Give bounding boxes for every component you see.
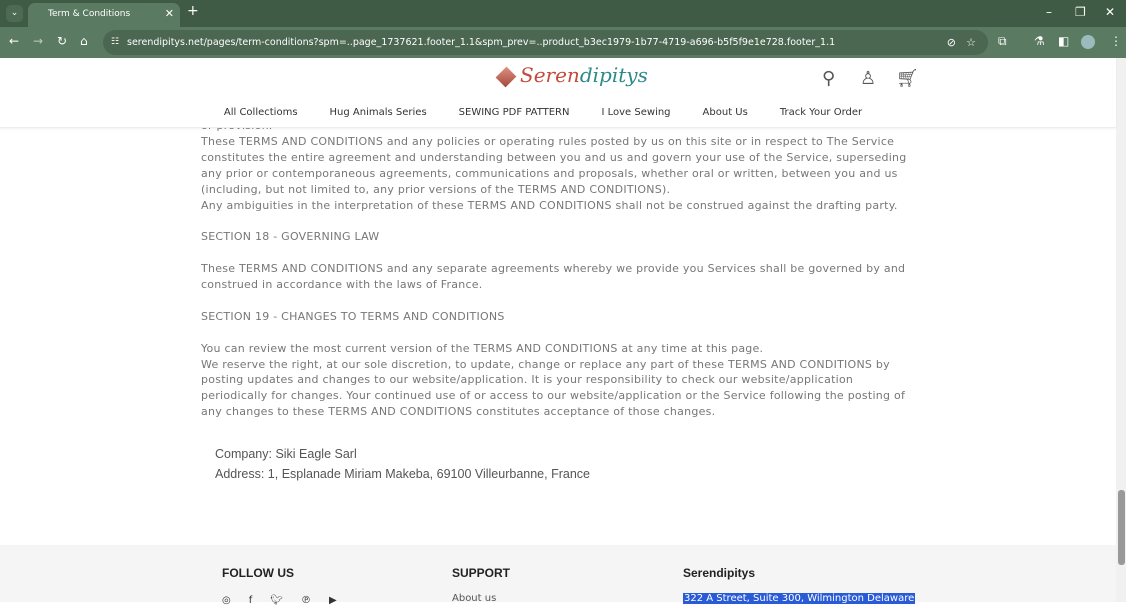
address-bar[interactable]: ☷ serendipitys.net/pages/term-conditions… (103, 30, 988, 55)
follow-heading: FOLLOW US (222, 566, 294, 580)
section-heading: SECTION 18 - GOVERNING LAW (201, 230, 380, 244)
site-header: Serendipitys ⚲ ♙ 🛒︎ All Collectioms Hug … (0, 58, 1116, 128)
paragraph: These TERMS AND CONDITIONS and any separ… (201, 262, 906, 292)
active-tab[interactable]: Term & Conditions ✕ (28, 3, 180, 27)
nav-about-us[interactable]: About Us (703, 107, 748, 118)
tab-title: Term & Conditions (48, 9, 131, 19)
brand-address: 322 A Street, Suite 300, Wilmington Dela… (683, 593, 916, 604)
about-us-link[interactable]: About us (452, 593, 496, 604)
new-tab-button[interactable]: + (187, 3, 199, 19)
side-panel-icon[interactable]: ◧ (1058, 34, 1069, 48)
eye-off-icon[interactable]: ⊘ (947, 30, 956, 55)
close-tab-icon[interactable]: ✕ (165, 3, 174, 25)
back-icon[interactable]: ← (9, 34, 19, 48)
extensions-icon[interactable]: ⧉ (998, 34, 1007, 49)
paragraph: You can review the most current version … (201, 341, 764, 355)
site-footer: FOLLOW US ◎ f 🐦︎ ℗ ▶ SUPPORT About us Se… (0, 545, 1116, 606)
company-name: Company: Siki Eagle Sarl (215, 447, 357, 461)
search-icon[interactable]: ⚲ (822, 68, 835, 89)
paragraph: Any ambiguities in the interpretation of… (201, 198, 898, 212)
site-info-icon[interactable]: ☷ (111, 30, 119, 55)
minimize-button[interactable]: – (1046, 5, 1052, 19)
restore-button[interactable]: ❐ (1075, 5, 1086, 19)
bookmark-star-icon[interactable]: ☆ (966, 30, 976, 55)
scrollbar-thumb[interactable] (1118, 490, 1125, 565)
url-text: serendipitys.net/pages/term-conditions?s… (127, 37, 836, 48)
paragraph: We reserve the right, at our sole discre… (201, 357, 906, 419)
youtube-icon[interactable]: ▶ (329, 595, 337, 606)
reload-icon[interactable]: ↻ (57, 34, 67, 48)
nav-track-order[interactable]: Track Your Order (780, 107, 862, 118)
social-links: ◎ f 🐦︎ ℗ ▶ (222, 595, 337, 606)
instagram-icon[interactable]: ◎ (222, 595, 231, 606)
brand-heading: Serendipitys (683, 566, 756, 580)
nav-i-love-sewing[interactable]: I Love Sewing (602, 107, 671, 118)
tab-strip: ⌄ Term & Conditions ✕ + – ❐ ✕ (0, 0, 1126, 27)
menu-icon[interactable]: ⋮ (1110, 34, 1122, 48)
support-heading: SUPPORT (452, 566, 511, 580)
cart-icon[interactable]: 🛒︎ (896, 68, 919, 89)
nav-hug-animals[interactable]: Hug Animals Series (330, 107, 427, 118)
paragraph: These TERMS AND CONDITIONS and any polic… (201, 134, 907, 196)
terms-content: or provision. These TERMS AND CONDITIONS… (201, 118, 921, 420)
facebook-icon[interactable]: f (249, 595, 253, 606)
section-heading: SECTION 19 - CHANGES TO TERMS AND CONDIT… (201, 309, 505, 323)
home-icon[interactable]: ⌂ (80, 34, 88, 48)
company-info: Company: Siki Eagle Sarl Address: 1, Esp… (215, 445, 590, 484)
nav-all-collections[interactable]: All Collectioms (224, 107, 298, 118)
logo-mark-icon (495, 66, 517, 87)
close-window-button[interactable]: ✕ (1105, 5, 1115, 19)
company-address: Address: 1, Esplanade Miriam Makeba, 691… (215, 466, 590, 481)
pinterest-icon[interactable]: ℗ (301, 595, 311, 606)
nav-sewing-pdf[interactable]: SEWING PDF PATTERN (459, 107, 570, 118)
account-icon[interactable]: ♙ (860, 68, 876, 89)
site-logo[interactable]: Serendipitys (495, 63, 648, 88)
page-scrollbar[interactable] (1116, 58, 1126, 602)
browser-toolbar: ← → ↻ ⌂ ☷ serendipitys.net/pages/term-co… (0, 27, 1126, 58)
forward-icon[interactable]: → (33, 34, 43, 48)
profile-avatar[interactable] (1081, 35, 1095, 49)
main-nav: All Collectioms Hug Animals Series SEWIN… (0, 107, 1116, 118)
tab-search-button[interactable]: ⌄ (6, 5, 23, 22)
labs-icon[interactable]: ⚗ (1034, 34, 1045, 48)
twitter-icon[interactable]: 🐦︎ (270, 595, 283, 606)
